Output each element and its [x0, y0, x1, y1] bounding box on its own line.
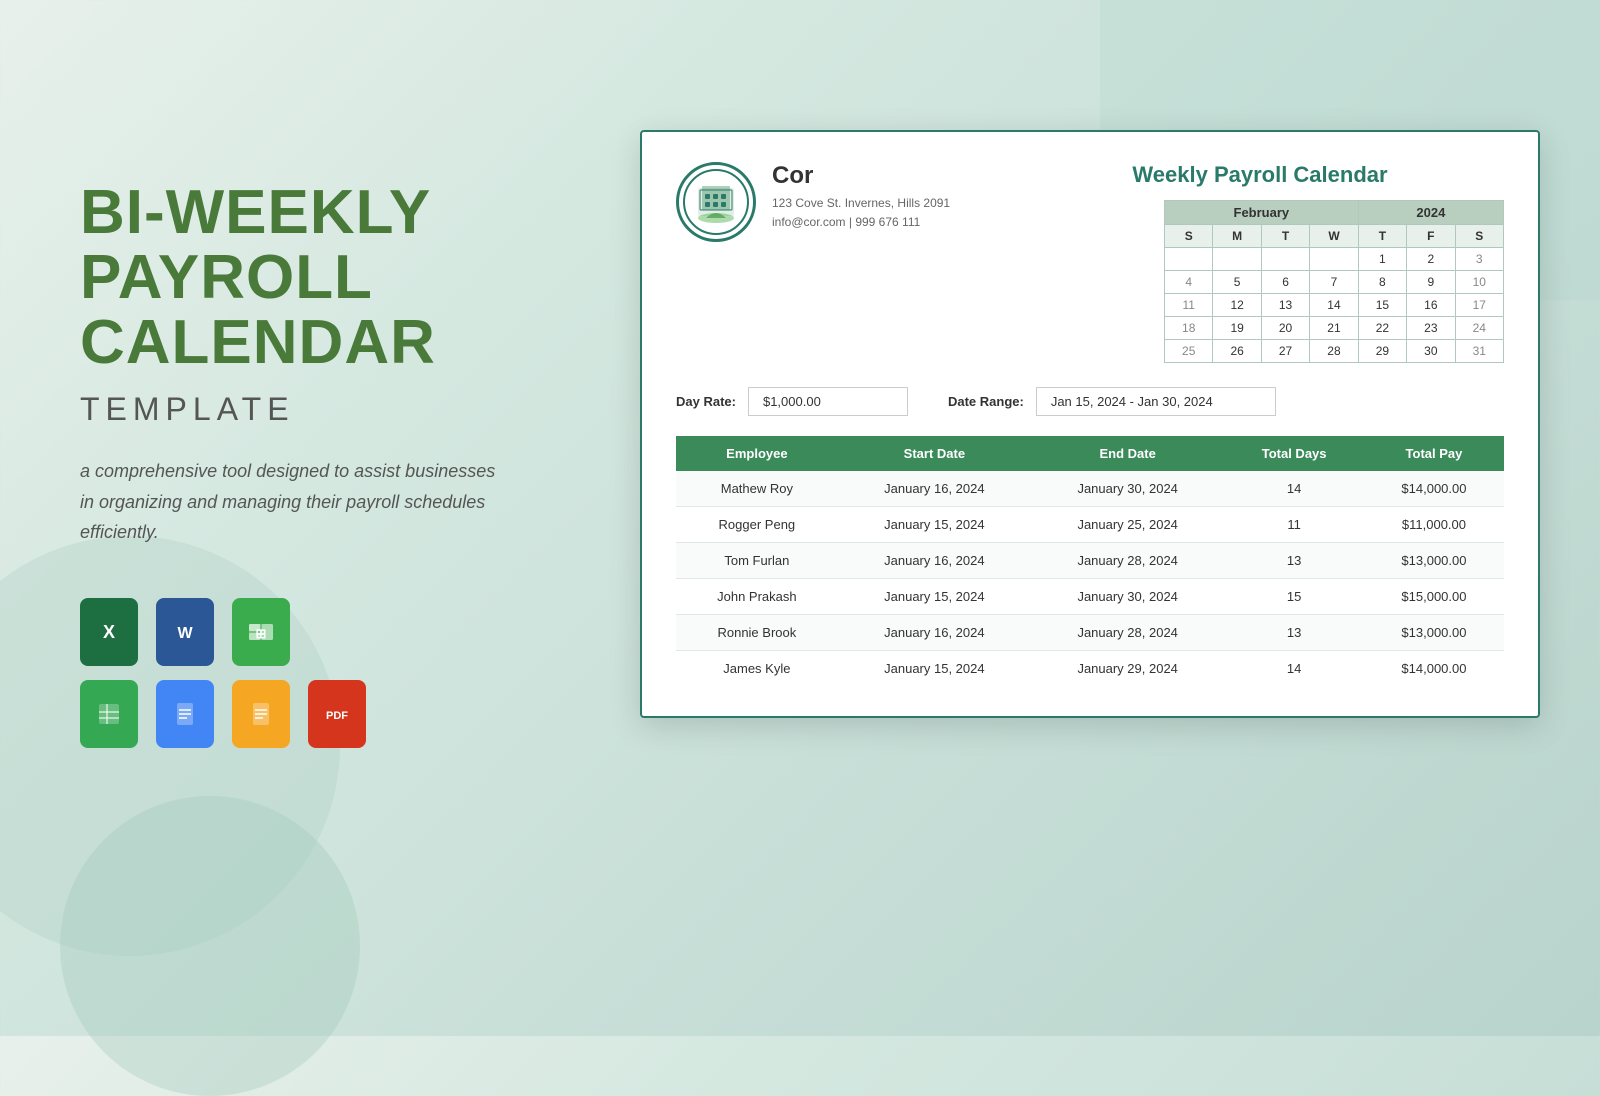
cell-total-days: 13	[1224, 543, 1364, 579]
table-row: John Prakash January 15, 2024 January 30…	[676, 579, 1504, 615]
cell-total-pay: $11,000.00	[1364, 507, 1504, 543]
date-range-label: Date Range:	[948, 394, 1024, 409]
cell-start-date: January 16, 2024	[838, 471, 1031, 507]
cell-employee: John Prakash	[676, 579, 838, 615]
cell-employee: Ronnie Brook	[676, 615, 838, 651]
svg-text:⊞: ⊞	[256, 626, 267, 641]
word-icon: W	[156, 598, 214, 666]
company-address: 123 Cove St. Invernes, Hills 2091 info@c…	[772, 194, 1016, 232]
cell-total-days: 14	[1224, 471, 1364, 507]
pdf-icon: PDF	[308, 680, 366, 748]
cal-day-s1: S	[1165, 225, 1213, 248]
cell-total-pay: $13,000.00	[1364, 543, 1504, 579]
doc-header: Cor 123 Cove St. Invernes, Hills 2091 in…	[676, 162, 1504, 363]
gdocs-icon	[156, 680, 214, 748]
company-name: Cor	[772, 162, 1016, 190]
form-section: Day Rate: $1,000.00 Date Range: Jan 15, …	[676, 387, 1504, 416]
table-row: Rogger Peng January 15, 2024 January 25,…	[676, 507, 1504, 543]
col-total-pay: Total Pay	[1364, 436, 1504, 471]
company-info: Cor 123 Cove St. Invernes, Hills 2091 in…	[772, 162, 1016, 232]
mini-calendar: February 2024 S M T W T F S	[1164, 200, 1504, 363]
cell-start-date: January 15, 2024	[838, 507, 1031, 543]
cell-end-date: January 28, 2024	[1031, 615, 1224, 651]
day-rate-field: Day Rate: $1,000.00	[676, 387, 908, 416]
sub-title: TEMPLATE	[80, 391, 500, 428]
format-row-2: PDF	[80, 680, 500, 748]
col-start-date: Start Date	[838, 436, 1031, 471]
cell-start-date: January 15, 2024	[838, 579, 1031, 615]
cell-employee: Mathew Roy	[676, 471, 838, 507]
cal-day-t2: T	[1358, 225, 1406, 248]
cell-employee: Rogger Peng	[676, 507, 838, 543]
col-total-days: Total Days	[1224, 436, 1364, 471]
cell-start-date: January 16, 2024	[838, 543, 1031, 579]
format-icons: X W ⊞	[80, 598, 500, 748]
cell-total-pay: $14,000.00	[1364, 471, 1504, 507]
svg-text:W: W	[177, 625, 193, 642]
main-title: BI-WEEKLYPAYROLLCALENDAR	[80, 180, 500, 375]
cell-total-days: 11	[1224, 507, 1364, 543]
calendar-main-title: Weekly Payroll Calendar	[1016, 162, 1504, 188]
cell-end-date: January 30, 2024	[1031, 579, 1224, 615]
left-panel: BI-WEEKLYPAYROLLCALENDAR TEMPLATE a comp…	[80, 180, 500, 748]
calendar-year-header: 2024	[1358, 201, 1503, 225]
date-range-field: Date Range: Jan 15, 2024 - Jan 30, 2024	[948, 387, 1276, 416]
table-row: Tom Furlan January 16, 2024 January 28, …	[676, 543, 1504, 579]
pages-icon	[232, 680, 290, 748]
col-employee: Employee	[676, 436, 838, 471]
cell-total-days: 13	[1224, 615, 1364, 651]
cal-day-s2: S	[1455, 225, 1503, 248]
calendar-month-header: February	[1165, 201, 1359, 225]
cal-day-f: F	[1407, 225, 1455, 248]
day-rate-input[interactable]: $1,000.00	[748, 387, 908, 416]
cell-end-date: January 25, 2024	[1031, 507, 1224, 543]
cal-day-w: W	[1310, 225, 1358, 248]
svg-text:X: X	[103, 622, 115, 642]
cell-end-date: January 28, 2024	[1031, 543, 1224, 579]
cell-total-pay: $13,000.00	[1364, 615, 1504, 651]
cell-end-date: January 30, 2024	[1031, 471, 1224, 507]
bg-decoration-circle2	[60, 796, 360, 1096]
document-panel: Cor 123 Cove St. Invernes, Hills 2091 in…	[640, 130, 1540, 718]
cell-end-date: January 29, 2024	[1031, 651, 1224, 687]
description: a comprehensive tool designed to assist …	[80, 456, 500, 548]
cell-total-days: 14	[1224, 651, 1364, 687]
company-logo	[676, 162, 756, 242]
cell-employee: James Kyle	[676, 651, 838, 687]
date-range-input[interactable]: Jan 15, 2024 - Jan 30, 2024	[1036, 387, 1276, 416]
cell-start-date: January 16, 2024	[838, 615, 1031, 651]
cal-day-t1: T	[1261, 225, 1309, 248]
numbers-icon: ⊞	[232, 598, 290, 666]
table-row: James Kyle January 15, 2024 January 29, …	[676, 651, 1504, 687]
payroll-table: Employee Start Date End Date Total Days …	[676, 436, 1504, 686]
gsheets-icon	[80, 680, 138, 748]
cell-total-days: 15	[1224, 579, 1364, 615]
col-end-date: End Date	[1031, 436, 1224, 471]
format-row-1: X W ⊞	[80, 598, 500, 666]
svg-text:PDF: PDF	[326, 710, 348, 722]
cell-total-pay: $15,000.00	[1364, 579, 1504, 615]
cal-day-m: M	[1213, 225, 1261, 248]
day-rate-label: Day Rate:	[676, 394, 736, 409]
cell-start-date: January 15, 2024	[838, 651, 1031, 687]
excel-icon: X	[80, 598, 138, 666]
cell-employee: Tom Furlan	[676, 543, 838, 579]
table-header-row: Employee Start Date End Date Total Days …	[676, 436, 1504, 471]
cell-total-pay: $14,000.00	[1364, 651, 1504, 687]
table-row: Ronnie Brook January 16, 2024 January 28…	[676, 615, 1504, 651]
table-row: Mathew Roy January 16, 2024 January 30, …	[676, 471, 1504, 507]
calendar-title-block: Weekly Payroll Calendar February 2024 S …	[1016, 162, 1504, 363]
